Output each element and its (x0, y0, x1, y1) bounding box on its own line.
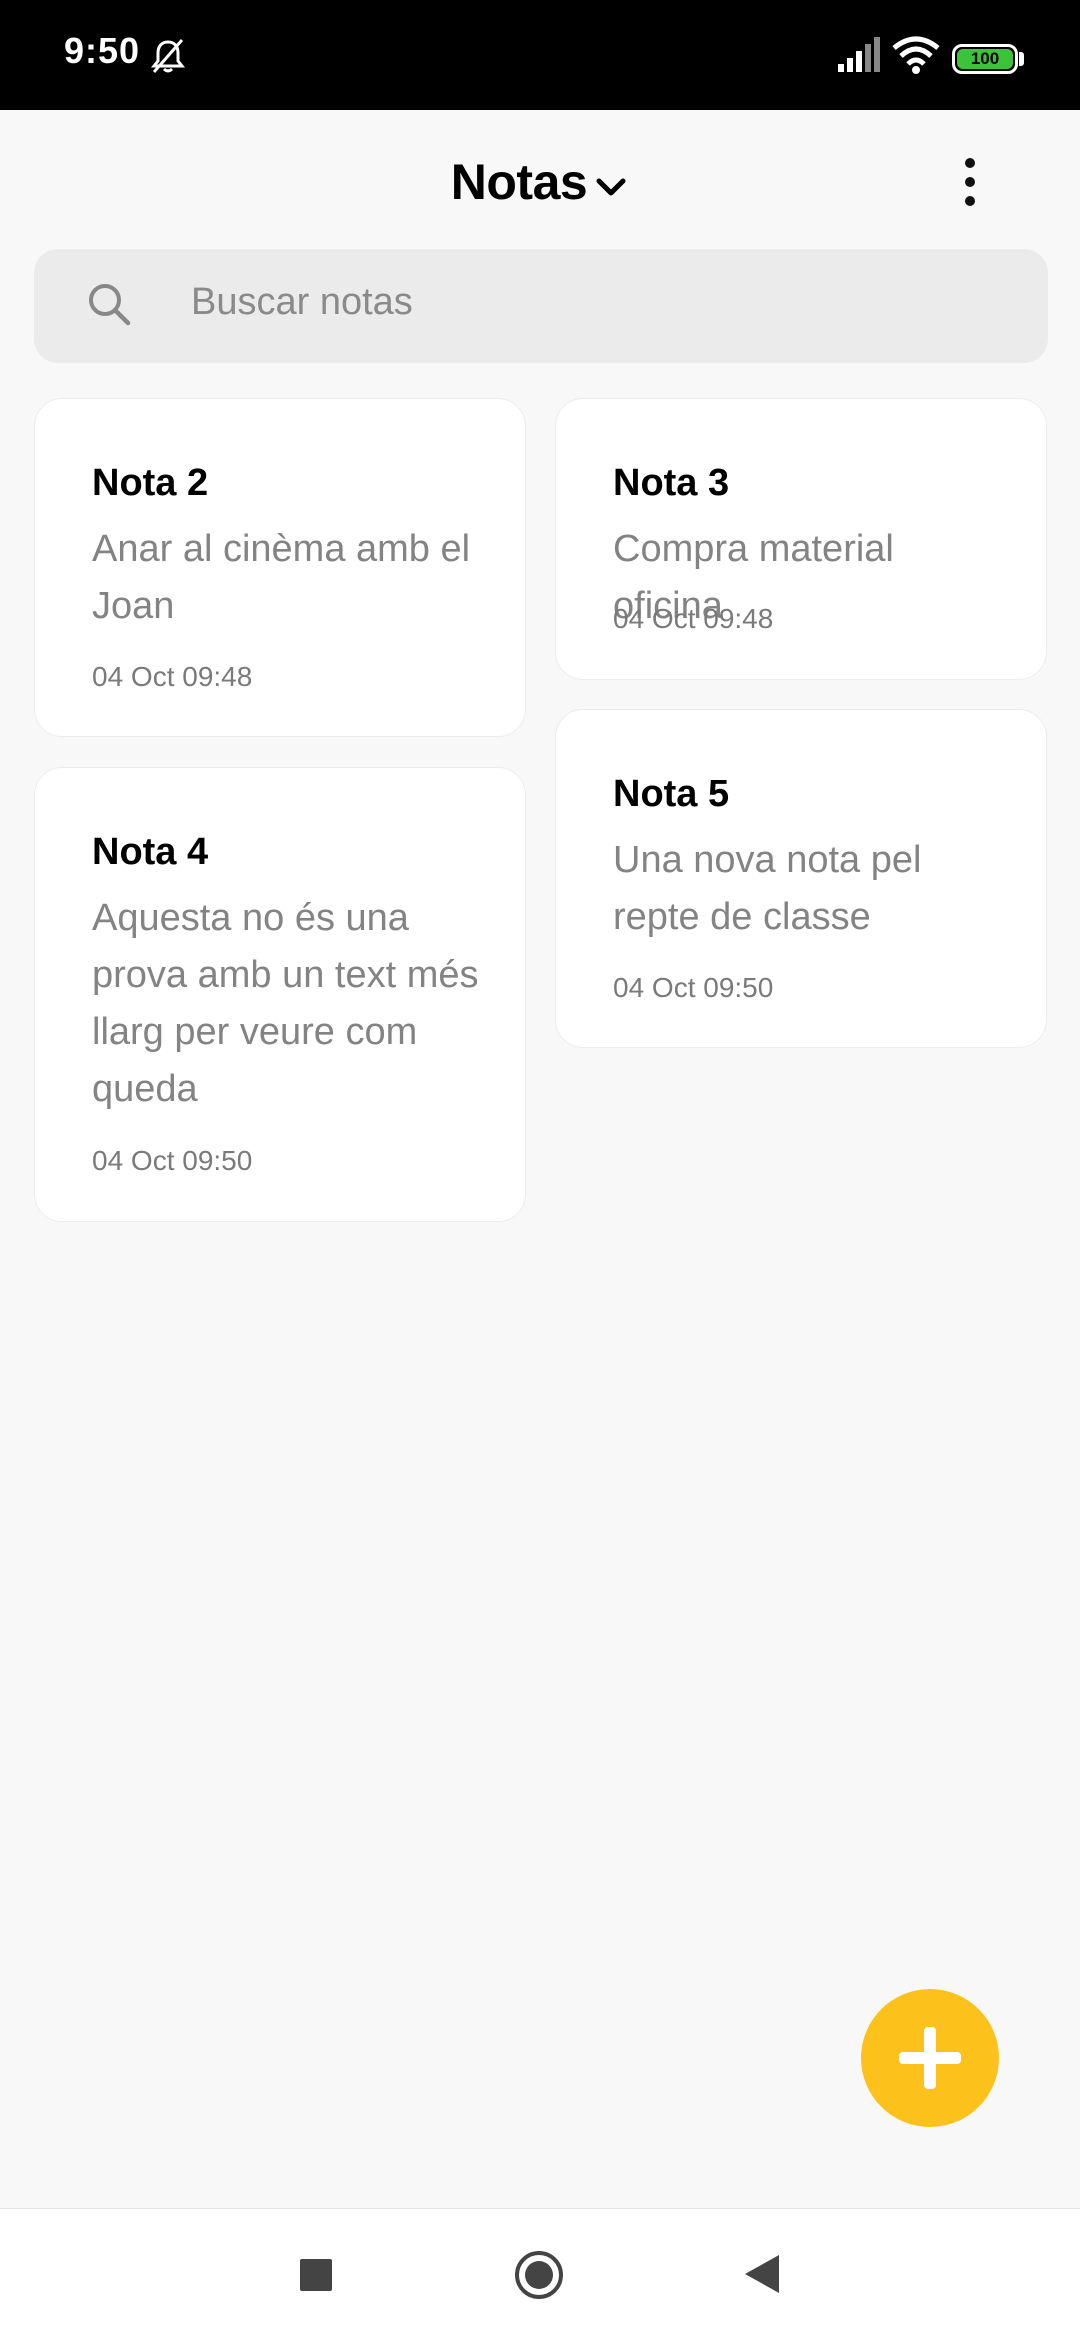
chevron-down-icon[interactable] (593, 171, 629, 207)
search-input[interactable]: Buscar notas (191, 281, 413, 324)
signal-icon (838, 37, 880, 72)
note-title: Nota 2 (92, 462, 209, 504)
note-card[interactable]: Nota 2 Anar al cinèma amb el Joan 04 Oct… (34, 398, 526, 737)
more-dot (965, 177, 975, 187)
note-date: 04 Oct 09:48 (92, 661, 253, 692)
add-note-button[interactable] (861, 1989, 999, 2127)
note-title: Nota 5 (613, 773, 730, 815)
navigation-bar (0, 2208, 1080, 2340)
status-bar: 9:50 100 (0, 0, 1080, 110)
recents-icon[interactable] (300, 2259, 332, 2291)
back-icon[interactable] (743, 2253, 781, 2295)
note-body: Una nova nota pel repte de classe (613, 839, 922, 938)
battery-tip (1019, 52, 1024, 66)
status-time: 9:50 (64, 30, 141, 71)
note-date: 04 Oct 09:50 (92, 1145, 253, 1176)
battery-level: 100 (957, 49, 1013, 69)
more-dot (965, 196, 975, 206)
note-date: 04 Oct 09:48 (613, 603, 774, 634)
more-dot (965, 158, 975, 168)
note-card[interactable]: Nota 3 Compra material oficina 04 Oct 09… (555, 398, 1047, 680)
plus-icon (899, 2027, 961, 2089)
search-icon (89, 284, 131, 326)
note-title: Nota 4 (92, 831, 209, 873)
note-body: Anar al cinèma amb el Joan (92, 528, 471, 627)
wifi-icon (892, 36, 940, 74)
more-options-icon[interactable] (950, 150, 990, 214)
search-bar[interactable]: Buscar notas (34, 249, 1048, 363)
header: Notas (0, 150, 1080, 214)
page-title[interactable]: Notas (451, 153, 588, 211)
note-title: Nota 3 (613, 462, 730, 504)
note-card[interactable]: Nota 4 Aquesta no és una prova amb un te… (34, 767, 526, 1222)
home-icon[interactable] (513, 2249, 565, 2301)
note-date: 04 Oct 09:50 (613, 972, 774, 1003)
note-card[interactable]: Nota 5 Una nova nota pel repte de classe… (555, 709, 1047, 1048)
battery-icon: 100 (952, 44, 1018, 74)
bell-off-icon (150, 39, 186, 73)
note-body: Aquesta no és una prova amb un text més … (92, 897, 479, 1110)
